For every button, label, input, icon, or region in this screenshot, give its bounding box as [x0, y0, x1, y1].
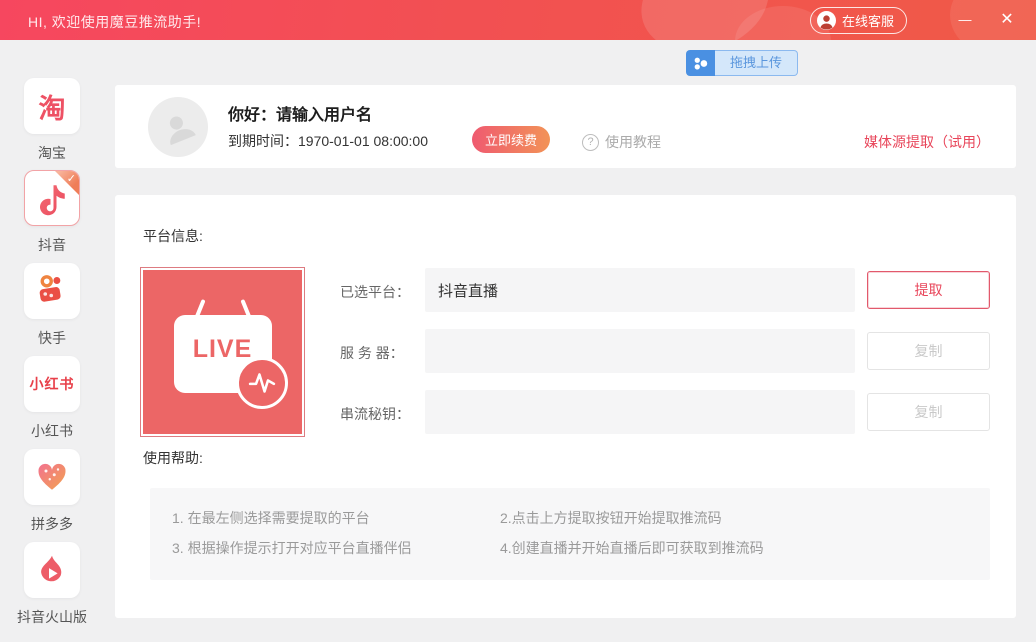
check-icon: ✓ [67, 172, 76, 185]
help-item-2: 2.点击上方提取按钮开始提取推流码 [500, 509, 990, 528]
help-title: 使用帮助: [143, 448, 203, 468]
live-tv-icon: LIVE [174, 315, 272, 393]
sidebar-item-taobao[interactable]: 淘 淘宝 [0, 78, 104, 163]
tutorial-link[interactable]: ? 使用教程 [582, 132, 661, 152]
minimize-icon: — [959, 12, 972, 27]
media-source-extract-link[interactable]: 媒体源提取（试用） [864, 132, 990, 152]
sidebar-item-douyin[interactable]: ✓ 抖音 [0, 170, 104, 255]
sidebar-item-label: 拼多多 [0, 514, 104, 534]
sidebar-item-kuaishou[interactable]: 快手 [0, 263, 104, 348]
stream-key-input[interactable] [425, 390, 855, 434]
sidebar-item-douyin-huoshan[interactable]: 抖音火山版 [0, 542, 104, 627]
upload-cluster-icon [686, 50, 715, 76]
copy-stream-key-button[interactable]: 复制 [867, 393, 990, 431]
xiaohongshu-icon: 小红书 [24, 356, 80, 412]
close-icon: ✕ [1000, 11, 1013, 28]
online-support-label: 在线客服 [842, 11, 894, 30]
sidebar-item-xiaohongshu[interactable]: 小红书 小红书 [0, 356, 104, 441]
huoshan-flame-icon [24, 542, 80, 598]
sidebar-item-label: 淘宝 [0, 143, 104, 163]
taobao-icon: 淘 [24, 78, 80, 134]
platform-info-panel: 平台信息: LIVE 已选平台： 提取 服 务 器： [115, 195, 1016, 618]
platform-info-title: 平台信息: [143, 226, 203, 246]
drag-upload-button[interactable]: 拖拽上传 [686, 50, 798, 76]
sidebar-item-label: 快手 [0, 328, 104, 348]
titlebar: HI, 欢迎使用魔豆推流助手! 在线客服 — ✕ [0, 0, 1036, 40]
sidebar-item-pinduoduo[interactable]: 拼多多 [0, 449, 104, 534]
renew-button[interactable]: 立即续费 [472, 126, 550, 153]
app-window: HI, 欢迎使用魔豆推流助手! 在线客服 — ✕ 拖拽上传 [0, 0, 1036, 642]
selected-platform-input[interactable] [425, 268, 855, 312]
kuaishou-icon [24, 263, 80, 319]
drag-upload-label: 拖拽上传 [715, 50, 798, 76]
tutorial-label: 使用教程 [605, 132, 661, 152]
user-info-panel: 你好：请输入用户名 到期时间：1970-01-01 08:00:00 立即续费 … [115, 85, 1016, 168]
user-greeting: 你好：请输入用户名 [228, 101, 372, 125]
stream-key-label: 串流秘钥： [340, 404, 410, 424]
help-box: 1. 在最左侧选择需要提取的平台 2.点击上方提取按钮开始提取推流码 3. 根据… [150, 488, 990, 580]
server-input[interactable] [425, 329, 855, 373]
customer-service-icon [817, 11, 836, 30]
help-item-4: 4.创建直播并开始直播后即可获取到推流码 [500, 539, 990, 558]
minimize-button[interactable]: — [952, 8, 978, 32]
titlebar-greeting: HI, 欢迎使用魔豆推流助手! [28, 12, 201, 32]
server-label: 服 务 器： [340, 343, 404, 363]
sidebar-item-label: 抖音火山版 [0, 607, 104, 627]
pinduoduo-icon [24, 449, 80, 505]
copy-server-button[interactable]: 复制 [867, 332, 990, 370]
douyin-icon: ✓ [24, 170, 80, 226]
question-icon: ? [582, 134, 599, 151]
online-support-button[interactable]: 在线客服 [810, 7, 907, 34]
live-platform-image: LIVE [140, 267, 305, 437]
help-item-1: 1. 在最左侧选择需要提取的平台 [172, 509, 500, 528]
sidebar-item-label: 抖音 [0, 235, 104, 255]
selected-platform-label: 已选平台： [340, 282, 410, 302]
pulse-icon [236, 357, 288, 409]
close-button[interactable]: ✕ [994, 8, 1020, 32]
sidebar-item-label: 小红书 [0, 421, 104, 441]
expire-time: 到期时间：1970-01-01 08:00:00 [228, 131, 428, 151]
avatar [148, 97, 208, 157]
extract-button[interactable]: 提取 [867, 271, 990, 309]
help-item-3: 3. 根据操作提示打开对应平台直播伴侣 [172, 539, 500, 558]
